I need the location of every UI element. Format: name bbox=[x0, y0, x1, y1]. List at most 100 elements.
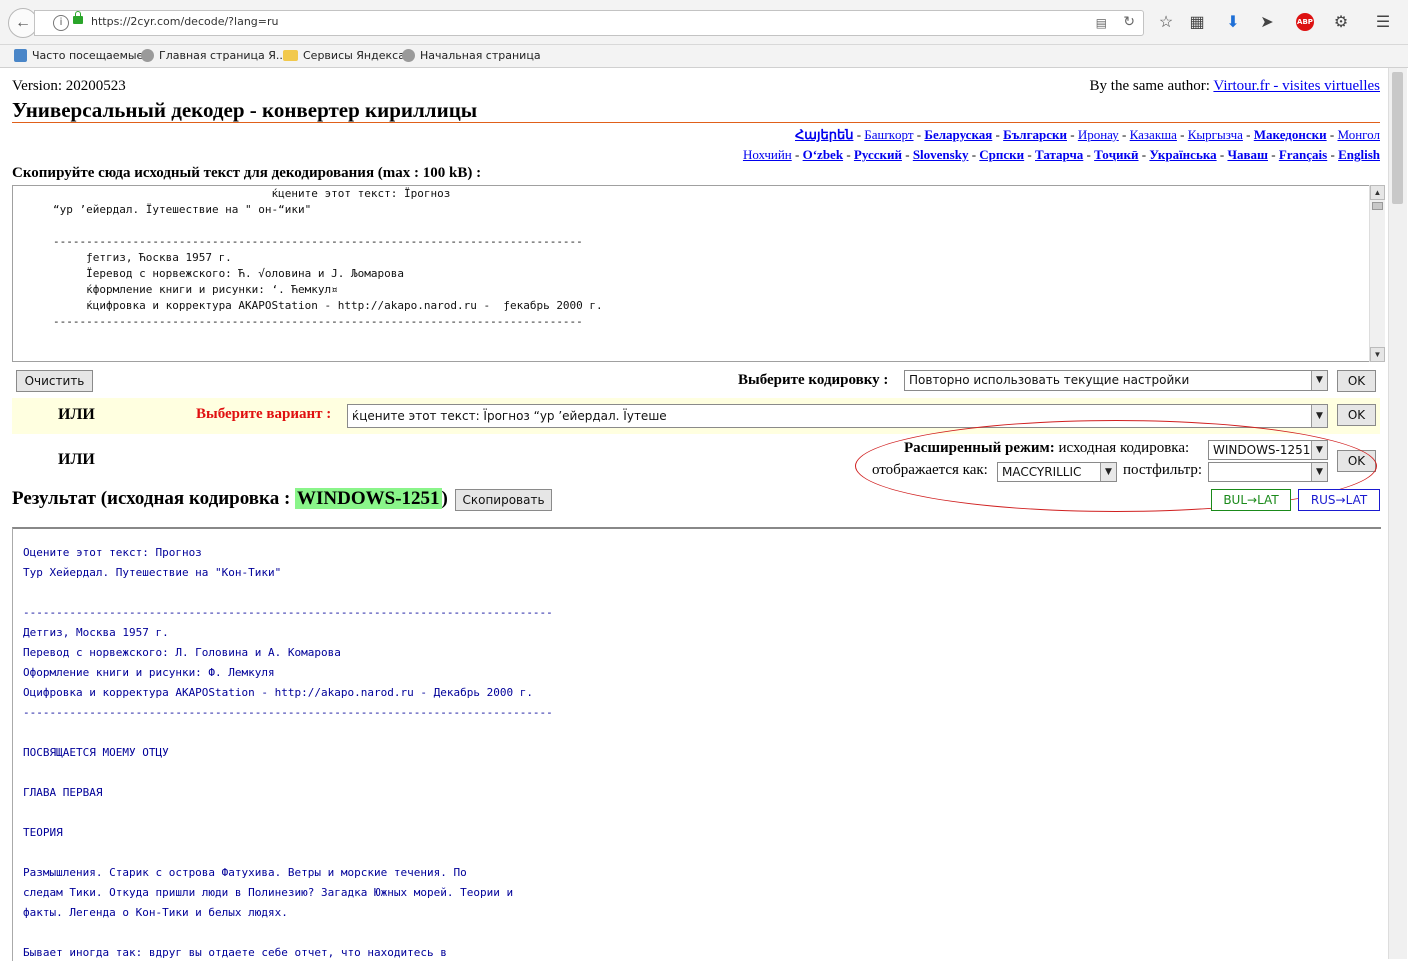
language-link[interactable]: Тоҷикӣ bbox=[1094, 147, 1138, 162]
scroll-up-icon[interactable]: ▲ bbox=[1370, 185, 1385, 200]
language-link[interactable]: Беларуская bbox=[924, 127, 992, 142]
language-link[interactable]: Русский bbox=[854, 147, 902, 162]
scroll-down-icon[interactable]: ▼ bbox=[1370, 347, 1385, 362]
language-separator: - bbox=[1326, 127, 1338, 142]
advanced-ok-button[interactable]: OK bbox=[1337, 450, 1376, 472]
result-line: ----------------------------------------… bbox=[23, 606, 553, 619]
language-separator: - bbox=[1083, 147, 1095, 162]
browser-toolbar: ← i https://2cyr.com/decode/?lang=ru ▤ ↻… bbox=[0, 0, 1408, 45]
page-scroll-thumb[interactable] bbox=[1392, 72, 1403, 204]
encoding-ok-button[interactable]: OK bbox=[1337, 370, 1376, 392]
language-separator: - bbox=[853, 127, 865, 142]
input-textarea[interactable]: ќцените этот текст: Їрогноз “ур ’ейердал… bbox=[12, 185, 1385, 362]
version-text: Version: 20200523 bbox=[12, 78, 126, 94]
result-line: ТЕОРИЯ bbox=[23, 826, 63, 839]
language-link[interactable]: O‘zbek bbox=[803, 147, 843, 162]
result-line: Размышления. Старик с острова Фатухива. … bbox=[23, 866, 467, 879]
language-links-row1: Հայերեն - Башҡорт - Беларуская - Българс… bbox=[795, 127, 1380, 143]
language-link[interactable]: Нохчийн bbox=[743, 147, 792, 162]
extension-icon[interactable]: ⚙ bbox=[1331, 12, 1351, 32]
language-separator: - bbox=[843, 147, 854, 162]
language-link[interactable]: Монгол bbox=[1337, 127, 1380, 142]
adblock-icon[interactable]: ABP bbox=[1296, 13, 1314, 31]
language-link[interactable]: English bbox=[1338, 147, 1380, 162]
language-link[interactable]: Српски bbox=[979, 147, 1024, 162]
postfilter-select[interactable]: ▼ bbox=[1208, 462, 1328, 482]
result-line: следам Тики. Откуда пришли люди в Полине… bbox=[23, 886, 514, 899]
download-icon[interactable]: ⬇ bbox=[1223, 12, 1243, 32]
globe-icon bbox=[402, 49, 415, 62]
result-line bbox=[23, 763, 553, 783]
display-as-select[interactable]: MACCYRILLIC ▼ bbox=[997, 462, 1117, 482]
result-line bbox=[23, 843, 553, 863]
rus-lat-button[interactable]: RUS→LAT bbox=[1298, 489, 1380, 511]
copy-button[interactable]: Скопировать bbox=[455, 489, 552, 511]
bookmark-item[interactable]: Начальная страница bbox=[402, 49, 541, 62]
info-icon[interactable]: i bbox=[53, 15, 69, 31]
author-link[interactable]: Virtour.fr - visites virtuelles bbox=[1213, 78, 1380, 94]
language-separator: - bbox=[901, 147, 913, 162]
source-encoding-select[interactable]: WINDOWS-1251 ▼ bbox=[1208, 440, 1328, 460]
language-separator: - bbox=[1066, 127, 1078, 142]
bul-lat-button[interactable]: BUL→LAT bbox=[1211, 489, 1291, 511]
language-separator: - bbox=[1216, 147, 1228, 162]
star-icon[interactable]: ☆ bbox=[1156, 12, 1176, 32]
language-link[interactable]: Чаваш bbox=[1227, 147, 1268, 162]
input-scrollbar[interactable]: ▲ ▼ bbox=[1369, 185, 1385, 362]
result-line: ПОСВЯЩАЕТСЯ МОЕМУ ОТЦУ bbox=[23, 746, 169, 759]
language-link[interactable]: Slovensky bbox=[913, 147, 969, 162]
library-icon[interactable]: ▦ bbox=[1187, 12, 1207, 32]
language-link[interactable]: Македонски bbox=[1254, 127, 1327, 142]
send-icon[interactable]: ➤ bbox=[1257, 12, 1277, 32]
result-line: ГЛАВА ПЕРВАЯ bbox=[23, 786, 103, 799]
result-box[interactable]: Оцените этот текст: Прогноз Тур Хейердал.… bbox=[12, 527, 1381, 961]
menu-icon[interactable]: ☰ bbox=[1373, 12, 1393, 32]
language-separator: - bbox=[1138, 147, 1150, 162]
language-separator: - bbox=[1327, 147, 1339, 162]
url-bar[interactable]: i https://2cyr.com/decode/?lang=ru ▤ ↻ bbox=[34, 10, 1144, 36]
result-line: факты. Легенда о Кон-Тики и белых людях. bbox=[23, 906, 288, 919]
variant-select[interactable]: ќцените этот текст: Їрогноз “ур ’ейердал… bbox=[347, 404, 1328, 428]
result-line: Перевод с норвежского: Л. Головина и А. … bbox=[23, 646, 341, 659]
lock-icon bbox=[73, 11, 83, 24]
input-area-wrap: ќцените этот текст: Їрогноз “ур ’ейердал… bbox=[12, 185, 1385, 362]
language-separator: - bbox=[1024, 147, 1035, 162]
language-link[interactable]: Հայերեն bbox=[795, 127, 853, 142]
result-line bbox=[23, 923, 553, 943]
language-link[interactable]: Иронау bbox=[1078, 127, 1119, 142]
language-link[interactable]: Български bbox=[1003, 127, 1067, 142]
language-link[interactable]: Казакша bbox=[1130, 127, 1177, 142]
author-line: By the same author: Virtour.fr - visites… bbox=[1090, 78, 1380, 95]
reload-icon[interactable]: ↻ bbox=[1123, 14, 1135, 31]
language-link[interactable]: Башҡорт bbox=[864, 127, 913, 142]
advanced-mode-line: Расширенный режим: исходная кодировка: bbox=[904, 440, 1189, 457]
language-separator: - bbox=[913, 127, 925, 142]
bookmark-item[interactable]: Сервисы Яндекса bbox=[283, 49, 405, 62]
folder-icon bbox=[283, 50, 298, 61]
language-link[interactable]: Кыргызча bbox=[1188, 127, 1243, 142]
chevron-down-icon: ▼ bbox=[1311, 405, 1327, 427]
scroll-thumb[interactable] bbox=[1372, 202, 1383, 210]
or-label-2: ИЛИ bbox=[58, 451, 95, 468]
url-text[interactable]: https://2cyr.com/decode/?lang=ru bbox=[91, 15, 278, 28]
language-link[interactable]: Українська bbox=[1149, 147, 1216, 162]
encoding-select[interactable]: Повторно использовать текущие настройки … bbox=[904, 370, 1328, 391]
bookmark-item[interactable]: Часто посещаемые bbox=[14, 49, 143, 62]
language-separator: - bbox=[992, 127, 1004, 142]
result-line: Оформление книги и рисунки: Ф. Лемкуля bbox=[23, 666, 275, 679]
variant-ok-button[interactable]: OK bbox=[1337, 404, 1376, 426]
result-line bbox=[23, 803, 553, 823]
language-link[interactable]: Татарча bbox=[1035, 147, 1083, 162]
bookmark-item[interactable]: Главная страница Я... bbox=[141, 49, 286, 62]
clear-button[interactable]: Очистить bbox=[16, 370, 93, 392]
result-label: Результат (исходная кодировка : WINDOWS-… bbox=[12, 488, 448, 509]
language-separator: - bbox=[791, 147, 803, 162]
language-link[interactable]: Français bbox=[1279, 147, 1327, 162]
reader-view-icon[interactable]: ▤ bbox=[1096, 16, 1107, 31]
result-line: Оцените этот текст: Прогноз bbox=[23, 546, 202, 559]
chevron-down-icon: ▼ bbox=[1311, 463, 1327, 481]
variant-label: Выберите вариант : bbox=[196, 406, 332, 422]
result-line bbox=[23, 583, 553, 603]
result-line: ----------------------------------------… bbox=[23, 706, 553, 719]
page-scrollbar[interactable] bbox=[1388, 68, 1407, 959]
